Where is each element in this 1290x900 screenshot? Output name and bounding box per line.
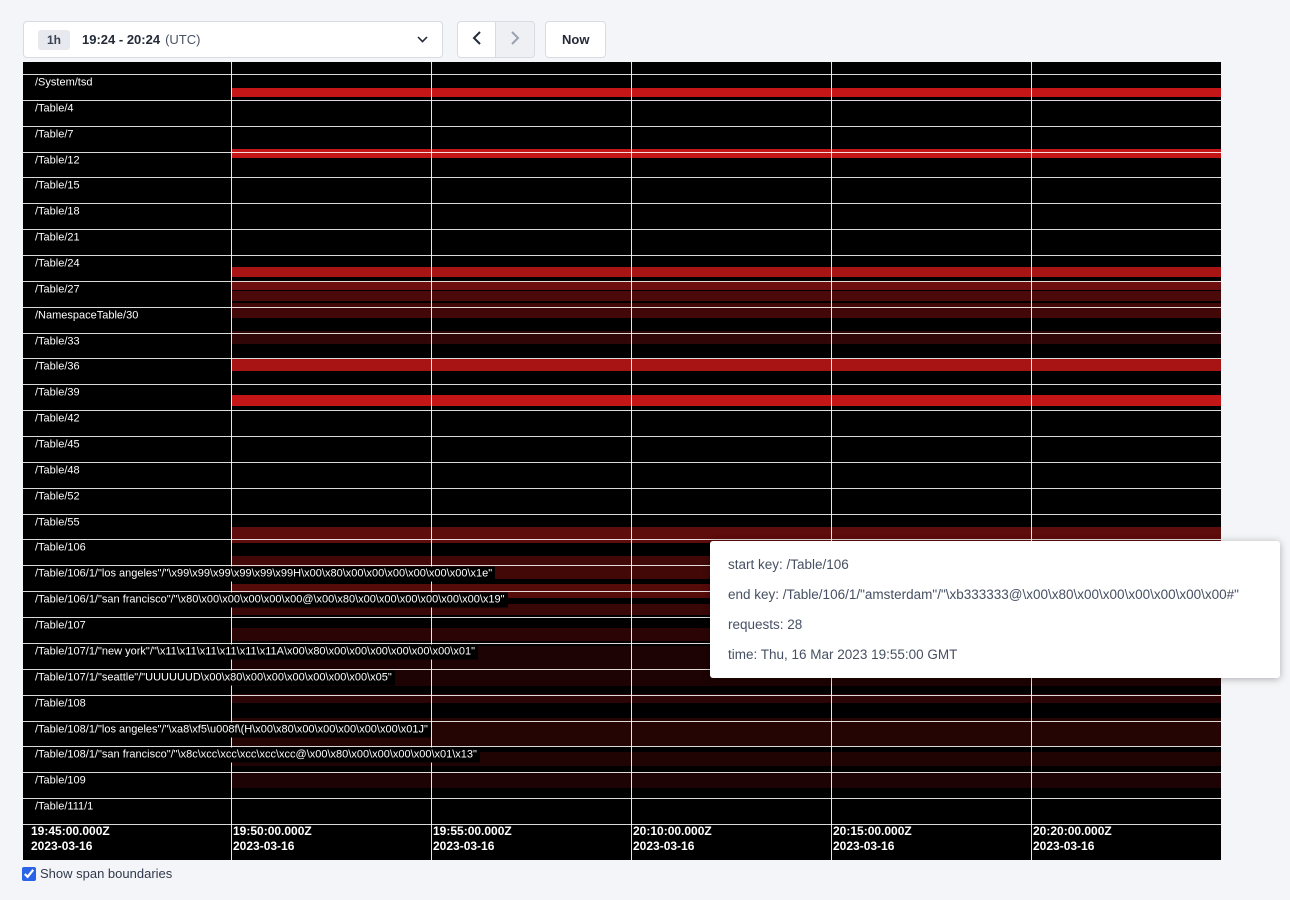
row-label: /Table/109 xyxy=(32,774,89,789)
span-boundary-line xyxy=(23,358,1221,359)
row-label: /NamespaceTable/30 xyxy=(32,308,141,323)
time-zone-text: (UTC) xyxy=(165,32,200,47)
heat-band xyxy=(231,395,1221,406)
span-boundary-line xyxy=(23,462,1221,463)
heat-band xyxy=(231,359,1221,371)
prev-time-button[interactable] xyxy=(457,21,496,58)
row-label: /Table/106/1/"los angeles"/"\x99\x99\x99… xyxy=(32,567,495,582)
chevron-down-icon xyxy=(417,36,428,43)
row-label: /Table/108 xyxy=(32,696,89,711)
row-label: /Table/18 xyxy=(32,205,83,220)
time-gridline xyxy=(1031,62,1032,860)
row-label: /Table/36 xyxy=(32,360,83,375)
span-boundary-line xyxy=(23,126,1221,127)
row-label: /Table/107 xyxy=(32,619,89,634)
heat-band xyxy=(231,267,1221,277)
heat-band xyxy=(231,88,1221,97)
row-label: /Table/106/1/"san francisco"/"\x80\x00\x… xyxy=(32,593,508,608)
heat-band xyxy=(231,291,1221,301)
span-boundary-line xyxy=(23,384,1221,385)
span-boundary-line xyxy=(23,410,1221,411)
row-label: /Table/55 xyxy=(32,515,83,530)
span-boundary-line xyxy=(23,281,1221,282)
time-axis-label: 20:15:00.000Z2023-03-16 xyxy=(833,824,912,854)
time-range-selector[interactable]: 1h 19:24 - 20:24 (UTC) xyxy=(23,21,443,58)
tooltip-requests: requests: 28 xyxy=(728,617,1262,632)
duration-badge: 1h xyxy=(38,30,70,50)
span-boundary-line xyxy=(23,100,1221,101)
span-boundary-line xyxy=(23,307,1221,308)
tooltip-start-key: start key: /Table/106 xyxy=(728,557,1262,572)
span-boundary-line xyxy=(23,436,1221,437)
time-axis-label: 19:55:00.000Z2023-03-16 xyxy=(433,824,512,854)
time-axis-label: 20:20:00.000Z2023-03-16 xyxy=(1033,824,1112,854)
span-boundary-line xyxy=(23,488,1221,489)
row-label: /Table/39 xyxy=(32,386,83,401)
row-label: /Table/33 xyxy=(32,334,83,349)
time-axis-label: 19:50:00.000Z2023-03-16 xyxy=(233,824,312,854)
row-label: /Table/108/1/"san francisco"/"\x8c\xcc\x… xyxy=(32,748,480,763)
heat-band xyxy=(231,303,1221,318)
footer: Show span boundaries xyxy=(22,866,172,881)
row-label: /Table/107/1/"new york"/"\x11\x11\x11\x1… xyxy=(32,644,478,659)
span-boundary-line xyxy=(23,514,1221,515)
row-label: /Table/106 xyxy=(32,541,89,556)
time-gridline xyxy=(231,62,232,860)
span-boundary-line xyxy=(23,229,1221,230)
span-boundary-line xyxy=(23,74,1221,75)
row-label: /Table/45 xyxy=(32,438,83,453)
now-button[interactable]: Now xyxy=(545,21,606,58)
toolbar: 1h 19:24 - 20:24 (UTC) Now xyxy=(23,21,606,58)
span-boundary-line xyxy=(23,333,1221,334)
row-label: /Table/24 xyxy=(32,257,83,272)
span-boundary-line xyxy=(23,772,1221,773)
row-label: /Table/111/1 xyxy=(32,800,96,815)
time-nav-group xyxy=(457,21,535,58)
time-gridline xyxy=(631,62,632,860)
tooltip-time: time: Thu, 16 Mar 2023 19:55:00 GMT xyxy=(728,647,1262,662)
chevron-right-icon xyxy=(511,31,520,48)
row-label: /System/tsd xyxy=(32,76,95,91)
key-visualizer-canvas[interactable]: start key: /Table/106 end key: /Table/10… xyxy=(23,62,1221,860)
time-axis-label: 20:10:00.000Z2023-03-16 xyxy=(633,824,712,854)
row-label: /Table/15 xyxy=(32,179,83,194)
row-label: /Table/12 xyxy=(32,153,83,168)
time-range-label: 19:24 - 20:24 (UTC) xyxy=(82,32,200,47)
span-boundary-line xyxy=(23,255,1221,256)
row-label: /Table/107/1/"seattle"/"UUUUUUD\x00\x80\… xyxy=(32,670,395,685)
tooltip-end-key: end key: /Table/106/1/"amsterdam"/"\xb33… xyxy=(728,587,1262,602)
time-gridline xyxy=(831,62,832,860)
time-gridline xyxy=(431,62,432,860)
heat-band xyxy=(231,772,1221,788)
row-label: /Table/7 xyxy=(32,127,77,142)
chevron-left-icon xyxy=(472,31,481,48)
span-boundary-line xyxy=(23,152,1221,153)
time-axis-label: 19:45:00.000Z2023-03-16 xyxy=(31,824,110,854)
row-label: /Table/42 xyxy=(32,412,83,427)
time-range-text: 19:24 - 20:24 xyxy=(82,32,160,47)
show-span-boundaries-checkbox[interactable] xyxy=(22,867,36,881)
hover-tooltip: start key: /Table/106 end key: /Table/10… xyxy=(710,541,1280,678)
row-label: /Table/48 xyxy=(32,463,83,478)
heat-band xyxy=(231,281,1221,290)
row-label: /Table/4 xyxy=(32,101,77,116)
show-span-boundaries-label: Show span boundaries xyxy=(40,866,172,881)
span-boundary-line xyxy=(23,798,1221,799)
span-boundary-line xyxy=(23,695,1221,696)
span-boundary-line xyxy=(23,177,1221,178)
row-label: /Table/27 xyxy=(32,282,83,297)
row-label: /Table/108/1/"los angeles"/"\xa8\xf5\u00… xyxy=(32,722,431,737)
next-time-button xyxy=(496,21,535,58)
span-boundary-line xyxy=(23,203,1221,204)
row-label: /Table/21 xyxy=(32,231,83,246)
heat-band xyxy=(231,149,1221,158)
row-label: /Table/52 xyxy=(32,489,83,504)
